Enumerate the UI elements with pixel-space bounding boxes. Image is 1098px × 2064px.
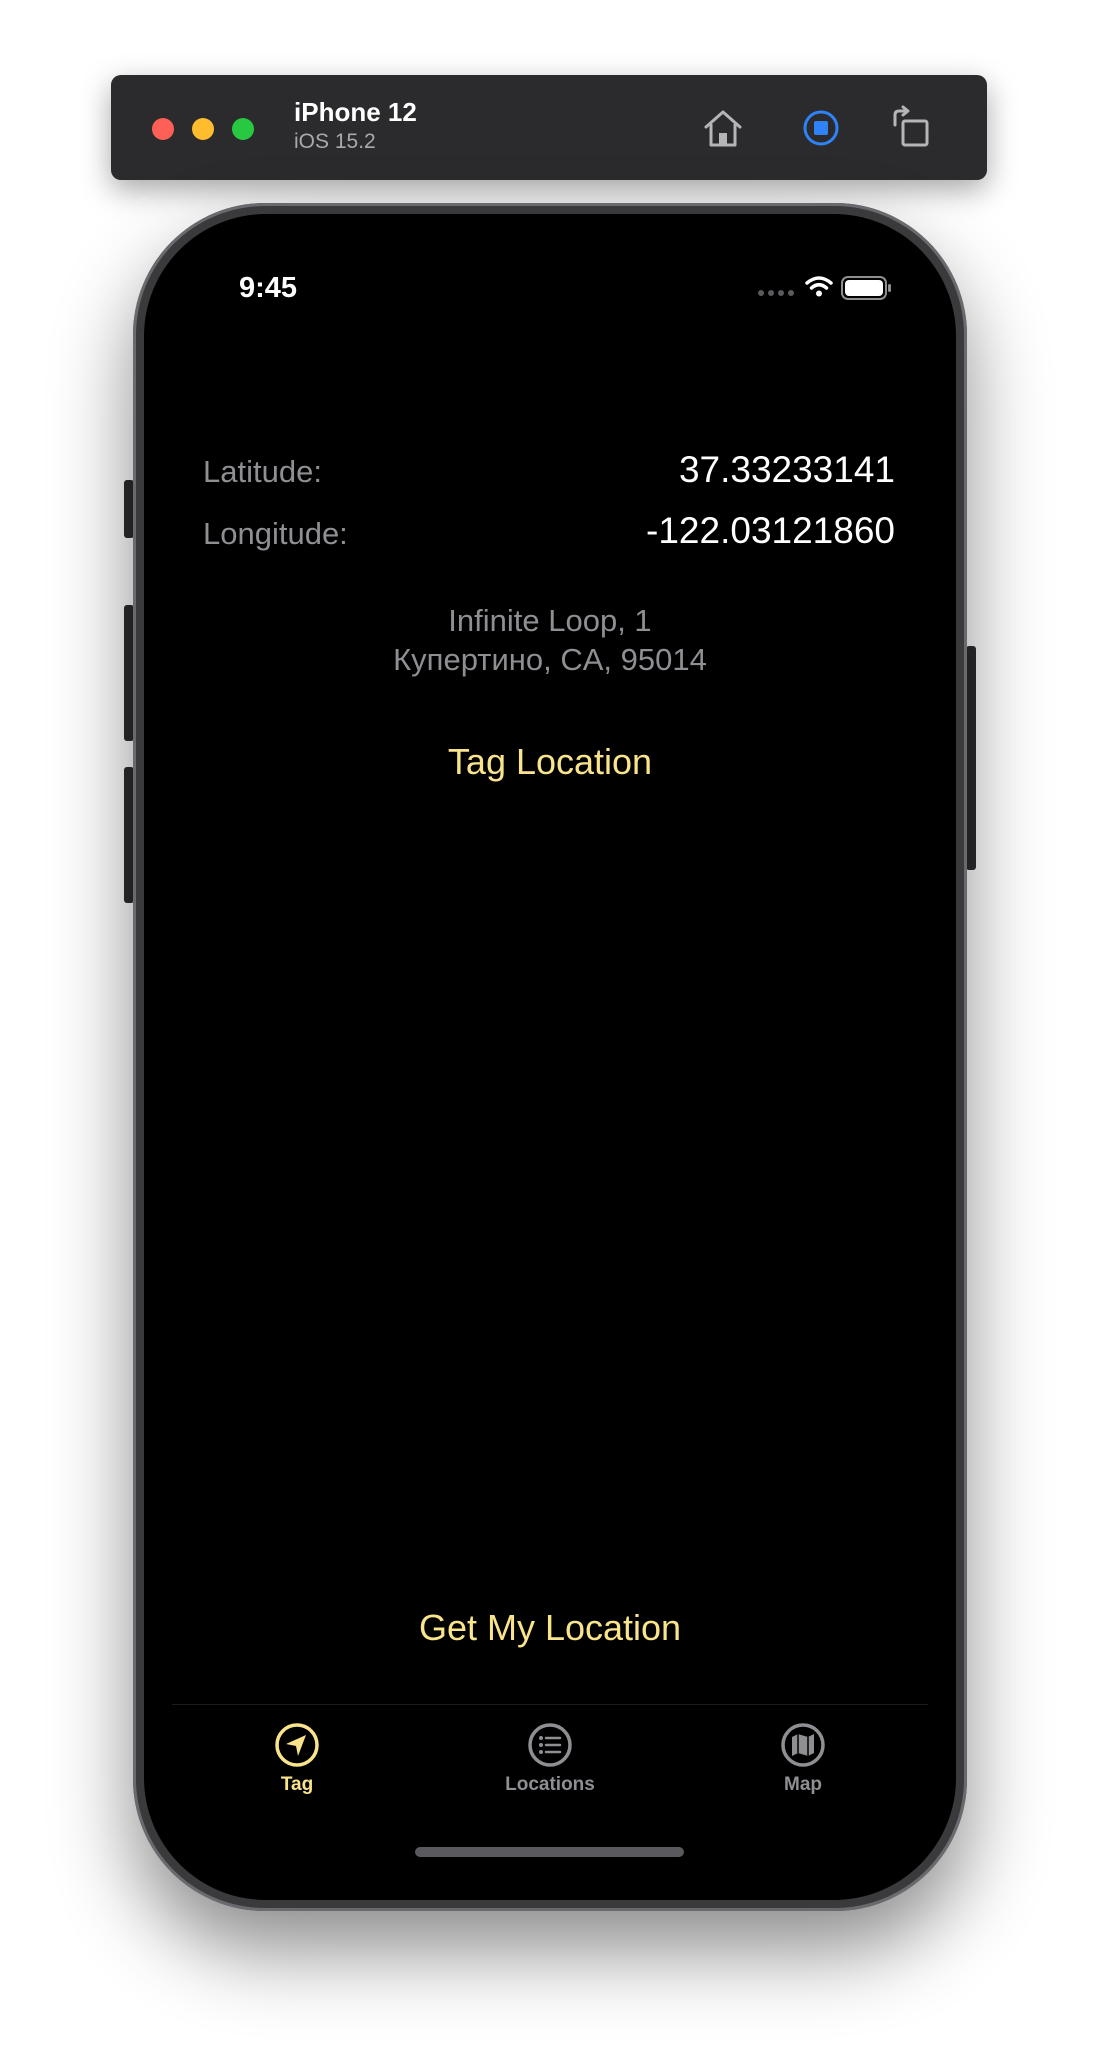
simulator-title-bar: iPhone 12 iOS 15.2: [111, 75, 987, 180]
signal-dots-icon: [758, 290, 794, 296]
tab-map[interactable]: Map: [703, 1722, 903, 1796]
zoom-window-button[interactable]: [232, 118, 254, 140]
home-indicator[interactable]: [415, 1847, 684, 1857]
screenshot-icon[interactable]: [798, 105, 844, 151]
tab-locations[interactable]: Locations: [450, 1722, 650, 1796]
list-icon: [528, 1723, 572, 1767]
tab-tag-label: Tag: [280, 1774, 314, 1795]
latitude-label: Latitude:: [203, 454, 322, 489]
tab-map-label: Map: [784, 1774, 822, 1795]
battery-icon: [841, 276, 891, 300]
device-name: iPhone 12: [294, 97, 417, 127]
tab-tag[interactable]: Tag: [197, 1722, 397, 1796]
rotate-icon[interactable]: [889, 105, 935, 151]
map-icon: [781, 1723, 825, 1767]
address-line-2: Купертино, CA, 95014: [393, 642, 707, 677]
phone-screen: 9:45 Latitude: 37.33233141 Longitude: -1…: [144, 214, 956, 1900]
location-arrow-icon: [275, 1723, 319, 1767]
longitude-label: Longitude:: [203, 516, 348, 551]
status-icons: [754, 274, 904, 302]
close-window-button[interactable]: [152, 118, 174, 140]
wifi-icon: [805, 276, 833, 290]
power-button: [966, 646, 976, 870]
home-icon[interactable]: [700, 105, 746, 151]
status-time: 9:45: [239, 272, 298, 304]
tag-location-button[interactable]: Tag Location: [144, 741, 956, 783]
minimize-window-button[interactable]: [192, 118, 214, 140]
get-my-location-button[interactable]: Get My Location: [144, 1607, 956, 1649]
latitude-value: 37.33233141: [678, 449, 895, 490]
tab-bar-divider: [172, 1704, 928, 1705]
longitude-value: -122.03121860: [646, 510, 895, 551]
address-line-1: Infinite Loop, 1: [448, 603, 652, 638]
os-version: iOS 15.2: [294, 130, 376, 153]
tab-locations-label: Locations: [505, 1774, 595, 1795]
